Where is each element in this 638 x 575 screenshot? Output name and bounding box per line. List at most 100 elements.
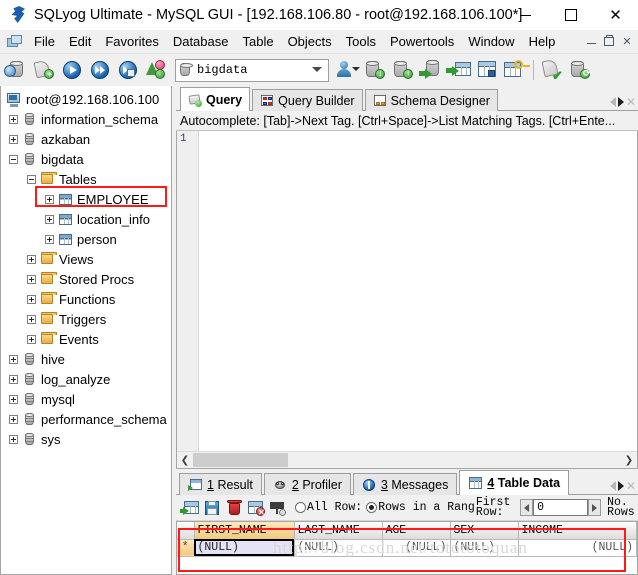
expander-icon[interactable] bbox=[27, 254, 36, 264]
funnel-filter-icon[interactable] bbox=[267, 497, 289, 519]
tree-node-stored-procs[interactable]: Stored Procs bbox=[1, 269, 171, 289]
db-backup-icon[interactable] bbox=[417, 56, 445, 84]
expander-icon[interactable] bbox=[27, 314, 36, 324]
expander-icon[interactable] bbox=[9, 354, 18, 364]
table-tools-icon[interactable] bbox=[473, 56, 501, 84]
scroll-check-icon[interactable]: ✔ bbox=[538, 56, 566, 84]
expander-icon[interactable] bbox=[45, 234, 54, 244]
tree-node-events[interactable]: Events bbox=[1, 329, 171, 349]
tab-table-data[interactable]: 4 Table Data bbox=[459, 470, 570, 495]
add-row-icon[interactable] bbox=[179, 497, 201, 519]
tree-node-sys[interactable]: sys bbox=[1, 429, 171, 449]
cell-last-name[interactable]: (NULL) bbox=[294, 539, 383, 557]
tab-query[interactable]: Query bbox=[180, 87, 251, 111]
tree-node-views[interactable]: Views bbox=[1, 249, 171, 269]
maximize-button[interactable] bbox=[548, 0, 593, 30]
expander-icon[interactable] bbox=[27, 334, 36, 344]
tree-node-hive[interactable]: hive bbox=[1, 349, 171, 369]
menu-file[interactable]: File bbox=[27, 32, 62, 52]
scroll-right-icon[interactable]: ❯ bbox=[621, 452, 637, 468]
tree-node-functions[interactable]: Functions bbox=[1, 289, 171, 309]
tree-node-azkaban[interactable]: azkaban bbox=[1, 129, 171, 149]
cell-age[interactable]: (NULL) bbox=[382, 539, 451, 557]
menu-window[interactable]: Window bbox=[461, 32, 521, 52]
refresh-grid-icon[interactable]: ✕ bbox=[245, 497, 267, 519]
menu-help[interactable]: Help bbox=[522, 32, 563, 52]
tab-query-builder[interactable]: Query Builder bbox=[252, 89, 363, 111]
tree-node-location-info[interactable]: location_info bbox=[1, 209, 171, 229]
execute-current-icon[interactable] bbox=[114, 56, 142, 84]
save-floppy-icon[interactable] bbox=[201, 497, 223, 519]
expander-icon[interactable] bbox=[45, 214, 54, 224]
menu-tools[interactable]: Tools bbox=[339, 32, 383, 52]
new-query-icon[interactable]: + bbox=[30, 56, 58, 84]
menu-powertools[interactable]: Powertools bbox=[383, 32, 461, 52]
tree-node-tables[interactable]: Tables bbox=[1, 169, 171, 189]
tab-schema-designer[interactable]: Schema Designer bbox=[364, 89, 498, 111]
column-header-income[interactable]: INCOME bbox=[518, 522, 637, 540]
delete-trash-icon[interactable] bbox=[223, 497, 245, 519]
sql-text-area[interactable] bbox=[199, 131, 637, 451]
tab-result[interactable]: 1 Result bbox=[179, 473, 262, 495]
close-button[interactable]: ✕ bbox=[593, 0, 638, 30]
editor-horizontal-scrollbar[interactable]: ❮ ❯ bbox=[177, 451, 637, 468]
db-import-icon[interactable]: ↓ bbox=[361, 56, 389, 84]
tab-next-icon[interactable] bbox=[617, 97, 624, 107]
expander-icon[interactable] bbox=[27, 294, 36, 304]
column-header-first-name[interactable]: FIRST_NAME bbox=[194, 522, 295, 540]
expander-icon[interactable] bbox=[9, 434, 18, 444]
scrollbar-track[interactable] bbox=[193, 452, 621, 468]
minimize-button[interactable] bbox=[503, 0, 548, 30]
cell-first-name[interactable]: (NULL) bbox=[194, 539, 295, 557]
db-export-icon[interactable]: ↑ bbox=[389, 56, 417, 84]
row-marker[interactable]: * bbox=[177, 539, 195, 557]
expander-icon[interactable] bbox=[45, 194, 54, 204]
mdi-minimize-button[interactable] bbox=[582, 33, 600, 49]
tab-prev-icon[interactable] bbox=[609, 481, 616, 491]
first-row-spinner[interactable]: 0 bbox=[520, 499, 602, 516]
expander-icon[interactable] bbox=[27, 274, 36, 284]
tree-node-employee[interactable]: EMPLOYEE bbox=[1, 189, 171, 209]
column-header-last-name[interactable]: LAST_NAME bbox=[294, 522, 383, 540]
menu-table[interactable]: Table bbox=[235, 32, 280, 52]
db-sync-icon[interactable]: ⟳ bbox=[566, 56, 594, 84]
stop-icon[interactable] bbox=[142, 56, 170, 84]
cell-sex[interactable]: (NULL) bbox=[450, 539, 519, 557]
tree-node-performance-schema[interactable]: performance_schema bbox=[1, 409, 171, 429]
tab-prev-icon[interactable] bbox=[609, 97, 616, 107]
cell-income[interactable]: (NULL) bbox=[518, 539, 637, 557]
object-browser[interactable]: root@192.168.106.100 information_schema … bbox=[0, 86, 172, 575]
table-key-icon[interactable] bbox=[501, 56, 530, 84]
mdi-close-button[interactable]: ✕ bbox=[618, 33, 636, 49]
chevron-down-icon[interactable] bbox=[312, 66, 322, 72]
table-row[interactable]: * (NULL) (NULL) (NULL) (NULL) (NULL) bbox=[177, 539, 637, 557]
all-rows-radio-group[interactable]: All Row: bbox=[295, 502, 362, 513]
row-header-corner[interactable] bbox=[177, 522, 195, 540]
spinner-prev-button[interactable] bbox=[520, 499, 534, 516]
tree-node-log-analyze[interactable]: log_analyze bbox=[1, 369, 171, 389]
tab-next-icon[interactable] bbox=[617, 481, 624, 491]
tree-node-mysql[interactable]: mysql bbox=[1, 389, 171, 409]
menu-objects[interactable]: Objects bbox=[281, 32, 339, 52]
database-selector[interactable]: bigdata bbox=[175, 58, 329, 82]
sql-editor[interactable]: 1 ❮ ❯ bbox=[176, 131, 638, 469]
tree-node-person[interactable]: person bbox=[1, 229, 171, 249]
scrollbar-thumb[interactable] bbox=[193, 453, 288, 467]
scroll-left-icon[interactable]: ❮ bbox=[177, 452, 193, 468]
spinner-next-button[interactable] bbox=[588, 499, 602, 516]
mdi-restore-button[interactable] bbox=[600, 33, 618, 49]
menu-favorites[interactable]: Favorites bbox=[98, 32, 165, 52]
expander-icon[interactable] bbox=[9, 394, 18, 404]
expander-icon[interactable] bbox=[9, 374, 18, 384]
user-icon[interactable] bbox=[333, 56, 361, 84]
tab-close-icon[interactable]: ✕ bbox=[626, 480, 636, 492]
all-rows-radio[interactable] bbox=[295, 502, 306, 513]
tree-node-root[interactable]: root@192.168.106.100 bbox=[1, 89, 171, 109]
expander-icon[interactable] bbox=[9, 114, 18, 124]
column-header-sex[interactable]: SEX bbox=[450, 522, 519, 540]
range-rows-radio-group[interactable]: Rows in a Rang bbox=[366, 502, 475, 513]
execute-icon[interactable] bbox=[58, 56, 86, 84]
column-header-age[interactable]: AGE bbox=[382, 522, 451, 540]
tree-node-information-schema[interactable]: information_schema bbox=[1, 109, 171, 129]
expander-icon[interactable] bbox=[9, 154, 18, 164]
